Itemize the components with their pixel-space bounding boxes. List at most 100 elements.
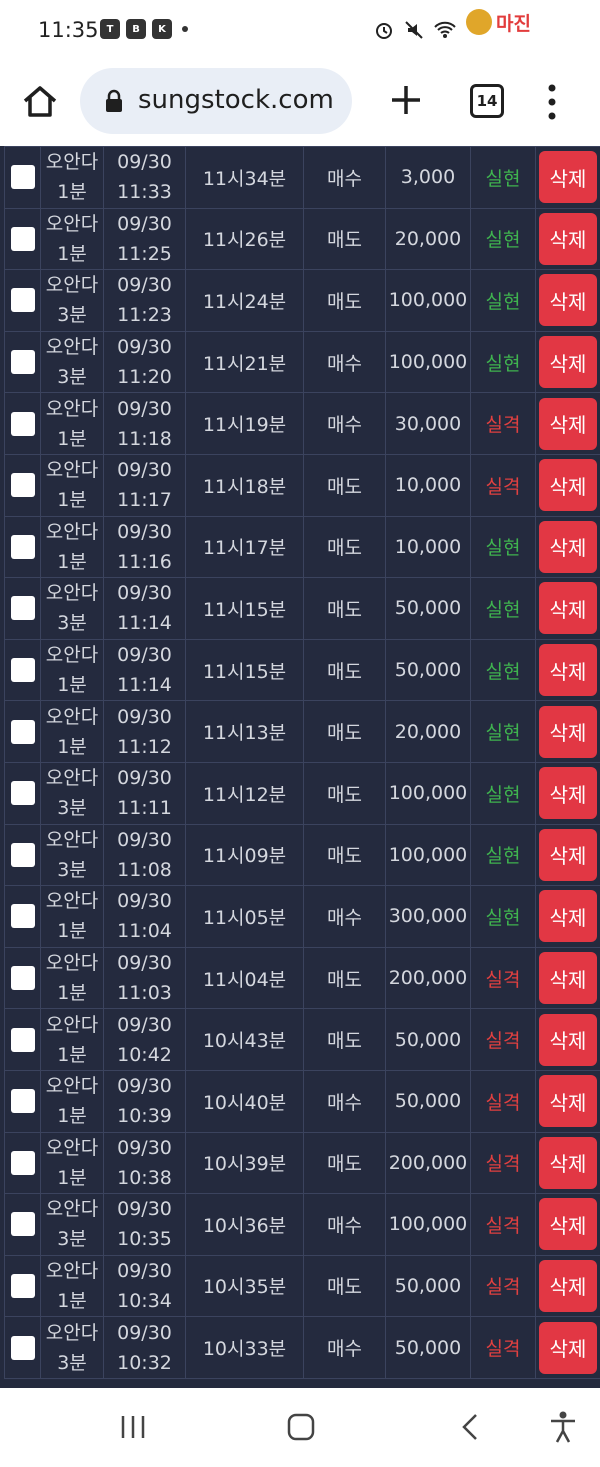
symbol-interval: 1분 [57, 242, 87, 265]
delete-button[interactable]: 삭제 [539, 1259, 597, 1312]
delete-button[interactable]: 삭제 [539, 1136, 597, 1189]
result-cell: 실격 [470, 1254, 536, 1318]
order-date: 09/30 [117, 952, 172, 975]
side-cell: 매수 [303, 1069, 386, 1133]
fill-time-cell: 11시21분 [185, 330, 304, 394]
symbol-name: 오안다 [45, 1013, 99, 1036]
delete-button[interactable]: 삭제 [539, 1013, 597, 1066]
table-row: 오안다 3분 09/30 11:08 11시09분 매도 100,000 실현 삭제 [4, 823, 600, 887]
table-row: 오안다 3분 09/30 10:35 10시36분 매수 100,000 실격 삭제 [4, 1193, 600, 1256]
order-date: 09/30 [117, 1075, 172, 1098]
delete-cell: 삭제 [535, 946, 600, 1010]
row-checkbox[interactable] [11, 1150, 35, 1175]
row-checkbox[interactable] [11, 1089, 35, 1114]
row-checkbox[interactable] [11, 966, 35, 991]
tab-switcher-button[interactable]: 14 [470, 84, 504, 118]
symbol-interval: 1분 [57, 1043, 87, 1066]
side-cell: 매수 [303, 146, 386, 209]
talk-icon: T [100, 19, 120, 39]
delete-button[interactable]: 삭제 [539, 1075, 597, 1128]
row-select-cell [4, 1131, 41, 1195]
row-checkbox[interactable] [11, 534, 35, 559]
amount-cell: 20,000 [385, 700, 471, 763]
delete-button[interactable]: 삭제 [539, 1198, 597, 1251]
symbol-interval: 1분 [57, 550, 87, 573]
delete-cell: 삭제 [535, 146, 600, 209]
row-checkbox[interactable] [11, 1027, 35, 1052]
delete-button[interactable]: 삭제 [539, 520, 597, 573]
row-select-cell [4, 885, 41, 948]
delete-button[interactable]: 삭제 [539, 151, 597, 204]
delete-button[interactable]: 삭제 [539, 1321, 597, 1374]
home-icon[interactable] [20, 82, 60, 122]
nav-home-icon[interactable] [286, 1412, 316, 1442]
order-date: 09/30 [117, 1259, 172, 1282]
accessibility-icon[interactable] [548, 1410, 578, 1444]
row-checkbox[interactable] [11, 1335, 35, 1360]
row-checkbox[interactable] [11, 719, 35, 744]
delete-button[interactable]: 삭제 [539, 212, 597, 265]
fill-time-cell: 11시04분 [185, 946, 304, 1010]
notification-icons: T B K [100, 19, 188, 39]
side-cell: 매도 [303, 1008, 386, 1071]
delete-button[interactable]: 삭제 [539, 582, 597, 635]
order-clock: 11:08 [117, 858, 172, 881]
row-checkbox[interactable] [11, 596, 35, 621]
delete-button[interactable]: 삭제 [539, 336, 597, 389]
delete-cell: 삭제 [535, 638, 600, 702]
symbol-cell: 오안다 3분 [40, 330, 104, 394]
new-tab-icon[interactable] [388, 82, 424, 118]
result-cell: 실현 [470, 577, 536, 640]
table-row: 오안다 1분 09/30 11:12 11시13분 매도 20,000 실현 삭제 [4, 700, 600, 763]
table-row: 오안다 3분 09/30 11:20 11시21분 매수 100,000 실현 삭제 [4, 330, 600, 394]
result-cell: 실현 [470, 700, 536, 763]
result-cell: 실격 [470, 453, 536, 517]
order-date: 09/30 [117, 1321, 172, 1344]
delete-cell: 삭제 [535, 1008, 600, 1071]
row-checkbox[interactable] [11, 226, 35, 251]
table-row: 오안다 3분 09/30 10:32 10시33분 매수 50,000 실격 삭제 [4, 1316, 600, 1379]
amount-cell: 30,000 [385, 392, 471, 455]
symbol-cell: 오안다 1분 [40, 638, 104, 702]
row-checkbox[interactable] [11, 411, 35, 436]
row-checkbox[interactable] [11, 350, 35, 375]
row-checkbox[interactable] [11, 781, 35, 806]
row-checkbox[interactable] [11, 904, 35, 929]
row-checkbox[interactable] [11, 658, 35, 683]
symbol-interval: 1분 [57, 1289, 87, 1312]
fill-time-cell: 10시43분 [185, 1008, 304, 1071]
symbol-name: 오안다 [45, 151, 99, 174]
delete-button[interactable]: 삭제 [539, 828, 597, 881]
recent-apps-icon[interactable] [118, 1414, 148, 1440]
delete-button[interactable]: 삭제 [539, 397, 597, 450]
row-checkbox[interactable] [11, 165, 35, 190]
delete-button[interactable]: 삭제 [539, 274, 597, 327]
row-checkbox[interactable] [11, 288, 35, 313]
delete-button[interactable]: 삭제 [539, 644, 597, 697]
address-bar[interactable]: sungstock.com [80, 68, 352, 134]
row-checkbox[interactable] [11, 842, 35, 867]
amount-cell: 200,000 [385, 946, 471, 1010]
row-select-cell [4, 515, 41, 579]
delete-button[interactable]: 삭제 [539, 459, 597, 512]
symbol-cell: 오안다 3분 [40, 577, 104, 640]
fill-time-cell: 11시34분 [185, 146, 304, 209]
fill-time-cell: 11시15분 [185, 638, 304, 702]
delete-button[interactable]: 삭제 [539, 890, 597, 943]
table-row: 오안다 3분 09/30 11:23 11시24분 매도 100,000 실현 삭제 [4, 269, 600, 332]
row-checkbox[interactable] [11, 473, 35, 498]
order-clock: 11:17 [117, 489, 172, 512]
delete-button[interactable]: 삭제 [539, 705, 597, 758]
symbol-name: 오안다 [45, 644, 99, 667]
fill-time-cell: 11시24분 [185, 269, 304, 332]
delete-button[interactable]: 삭제 [539, 767, 597, 820]
result-cell: 실격 [470, 1316, 536, 1379]
order-time-cell: 09/30 11:25 [103, 207, 186, 271]
back-icon[interactable] [458, 1412, 482, 1442]
row-select-cell [4, 946, 41, 1010]
row-checkbox[interactable] [11, 1273, 35, 1298]
more-menu-icon[interactable] [544, 82, 560, 122]
row-checkbox[interactable] [11, 1212, 35, 1237]
delete-button[interactable]: 삭제 [539, 952, 597, 1005]
row-select-cell [4, 1193, 41, 1256]
